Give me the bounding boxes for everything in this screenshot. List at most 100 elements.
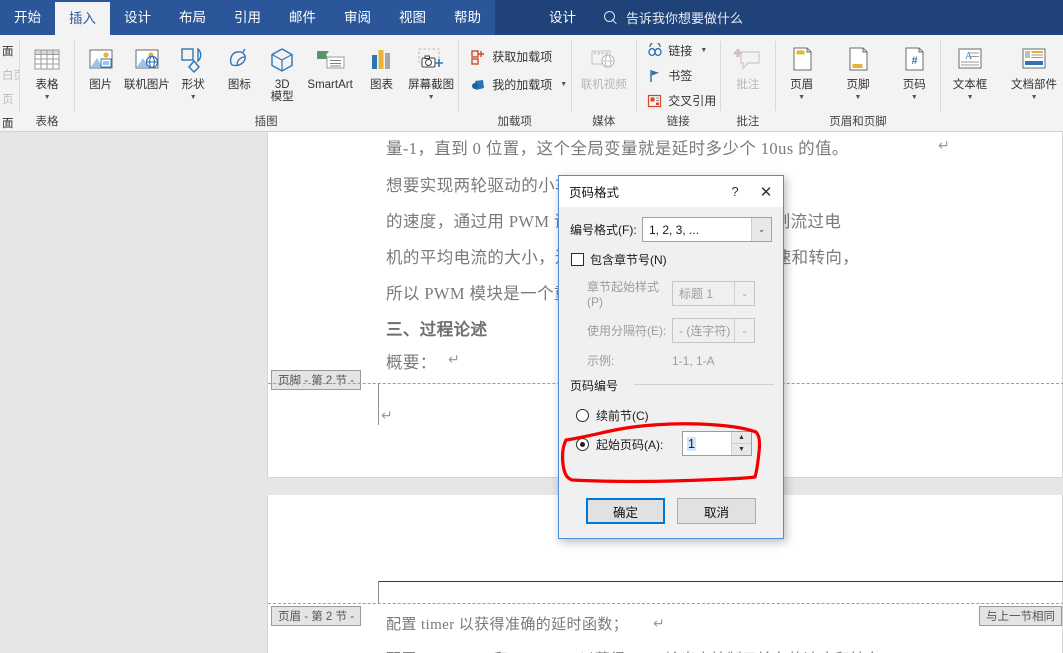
comment-button[interactable]: 批注 — [721, 39, 775, 92]
chart-button[interactable]: 图表 — [358, 39, 404, 92]
start-at-label: 起始页码(A): — [596, 438, 664, 452]
tab-design[interactable]: 设计 — [110, 0, 165, 35]
chevron-down-icon: ▼ — [560, 81, 568, 88]
document-canvas[interactable]: 量-1，直到 0 位置，这个全局变量就是延时多少个 10us 的值。 ↵ 想要实… — [0, 132, 1063, 653]
icons-button-label: 图标 — [227, 79, 251, 91]
my-addins-button[interactable]: 我的加载项 ▼ — [466, 73, 571, 96]
spinner-down-icon[interactable]: ▼ — [732, 444, 751, 455]
ribbon-group-links-label: 链接 — [666, 116, 690, 128]
pages-row-0[interactable]: 面 ▼ — [0, 43, 19, 59]
header-top-rule — [378, 581, 1063, 582]
spinner-up-icon[interactable]: ▲ — [732, 432, 751, 444]
online-video-label: 联机视频 — [580, 79, 627, 91]
doc-line-6: 概要： — [386, 353, 437, 372]
tab-references[interactable]: 引用 — [220, 0, 275, 35]
cross-reference-icon — [646, 92, 663, 109]
link-button[interactable]: 链接 ▼ — [642, 39, 711, 62]
chevron-down-icon[interactable]: ⌄ — [751, 218, 771, 241]
get-addins-button[interactable]: 获取加载项 — [466, 45, 556, 68]
start-at-input[interactable]: 1 ▲ ▼ — [682, 431, 752, 456]
model-3d-button[interactable]: 3D 模型 — [262, 39, 301, 103]
page-number-format-dialog[interactable]: 页码格式 ? ✕ 编号格式(F): 1, 2, 3, ... ⌄ 包含章节号(N… — [558, 175, 784, 539]
tab-contextual-design[interactable]: 设计 — [535, 0, 590, 35]
groupbox-rule — [634, 384, 774, 385]
tell-me-search[interactable]: 告诉我你想要做什么 — [590, 0, 743, 35]
ok-button[interactable]: 确定 — [586, 498, 665, 524]
close-icon[interactable]: ✕ — [749, 183, 783, 201]
pages-row-3[interactable]: 面 — [0, 115, 19, 131]
footer-icon — [843, 43, 873, 77]
header-button[interactable]: 页眉 ▼ — [775, 39, 827, 104]
chevron-down-icon: ▼ — [43, 94, 51, 101]
screenshot-button[interactable]: 屏幕截图 ▼ — [405, 39, 458, 104]
tab-help[interactable]: 帮助 — [440, 0, 495, 35]
tab-start[interactable]: 开始 — [0, 0, 55, 35]
chevron-down-icon[interactable]: ⌄ — [734, 282, 754, 305]
tab-layout[interactable]: 布局 — [165, 0, 220, 35]
help-icon[interactable]: ? — [721, 184, 749, 199]
number-format-row: 编号格式(F): 1, 2, 3, ... ⌄ — [570, 217, 772, 242]
tab-mailings[interactable]: 邮件 — [275, 0, 330, 35]
footer-section-tag: 页脚 - 第 2 节 - — [271, 370, 362, 390]
ribbon-group-pages-clipped: 面 ▼ 白页 页 面 — [0, 35, 19, 131]
page-number-icon: # — [899, 43, 929, 77]
online-video-button[interactable]: 联机视频 — [572, 39, 636, 92]
radio-circle — [576, 438, 589, 451]
dialog-title-bar[interactable]: 页码格式 ? ✕ — [559, 176, 783, 207]
smartart-button[interactable]: SmartArt — [302, 39, 358, 92]
cancel-button[interactable]: 取消 — [677, 498, 756, 524]
example-row: 示例: 1-1, 1-A — [570, 352, 772, 369]
chevron-down-icon: ▼ — [700, 47, 708, 54]
dialog-title: 页码格式 — [569, 186, 620, 200]
text-box-button[interactable]: A 文本框 ▼ — [941, 39, 999, 104]
separator-select[interactable]: - (连字符) ⌄ — [672, 318, 755, 343]
chevron-down-icon: ▼ — [798, 94, 806, 101]
example-label: 示例: — [587, 354, 615, 368]
tab-insert[interactable]: 插入 — [55, 2, 110, 35]
online-picture-icon — [132, 43, 162, 77]
tab-view[interactable]: 视图 — [385, 0, 440, 35]
pages-row-1[interactable]: 白页 — [0, 67, 19, 83]
online-picture-button[interactable]: 联机图片 — [124, 39, 170, 92]
picture-button[interactable]: 图片 — [78, 39, 124, 92]
chapter-start-style-row: 章节起始样式(P) 标题 1 ⌄ — [570, 278, 772, 309]
search-icon — [604, 10, 618, 25]
footer-button[interactable]: 页脚 ▼ — [832, 39, 884, 104]
get-addins-icon — [470, 48, 487, 65]
shapes-button[interactable]: 形状 ▼ — [170, 39, 216, 104]
bookmark-button[interactable]: 书签 — [642, 64, 696, 87]
include-chapter-number-checkbox[interactable]: 包含章节号(N) — [571, 251, 772, 268]
picture-button-label: 图片 — [89, 79, 113, 91]
page-number-button[interactable]: # 页码 ▼ — [888, 39, 940, 104]
chevron-down-icon[interactable]: ⌄ — [734, 319, 754, 342]
get-addins-label: 获取加载项 — [492, 50, 553, 64]
comment-icon — [733, 43, 763, 77]
table-button[interactable]: 表格 ▼ — [20, 39, 74, 104]
quick-parts-icon — [1019, 43, 1049, 77]
icons-button[interactable]: 图标 — [216, 39, 262, 92]
pages-row-2[interactable]: 页 — [0, 91, 19, 107]
quick-parts-button[interactable]: 文档部件 ▼ — [1005, 39, 1063, 104]
number-format-select[interactable]: 1, 2, 3, ... ⌄ — [642, 217, 772, 242]
tab-review[interactable]: 审阅 — [330, 0, 385, 35]
chapter-start-style-select[interactable]: 标题 1 ⌄ — [672, 281, 755, 306]
chevron-down-icon: ▼ — [427, 94, 435, 101]
start-at-radio[interactable]: 起始页码(A): — [576, 436, 663, 453]
ribbon-group-comments-label: 批注 — [736, 116, 760, 128]
header-section-tag: 页眉 - 第 2 节 - — [271, 606, 362, 626]
number-format-value: 1, 2, 3, ... — [649, 222, 700, 237]
bookmark-label: 书签 — [668, 69, 693, 83]
3d-model-icon — [267, 43, 297, 77]
smartart-button-label: SmartArt — [307, 79, 353, 91]
continue-from-previous-label: 续前节(C) — [596, 409, 649, 423]
continue-from-previous-radio[interactable]: 续前节(C) — [576, 407, 649, 424]
separator-label: 使用分隔符(E): — [587, 324, 667, 338]
same-as-previous-tag: 与上一节相同 — [979, 606, 1062, 626]
my-addins-icon — [470, 76, 487, 93]
chevron-down-icon: ▼ — [854, 94, 862, 101]
cross-reference-button[interactable]: 交叉引用 — [642, 89, 720, 112]
ribbon: 面 ▼ 白页 页 面 — [0, 35, 1063, 132]
start-at-spinner[interactable]: ▲ ▼ — [731, 432, 751, 455]
table-icon — [32, 43, 62, 77]
screenshot-icon — [415, 43, 447, 77]
